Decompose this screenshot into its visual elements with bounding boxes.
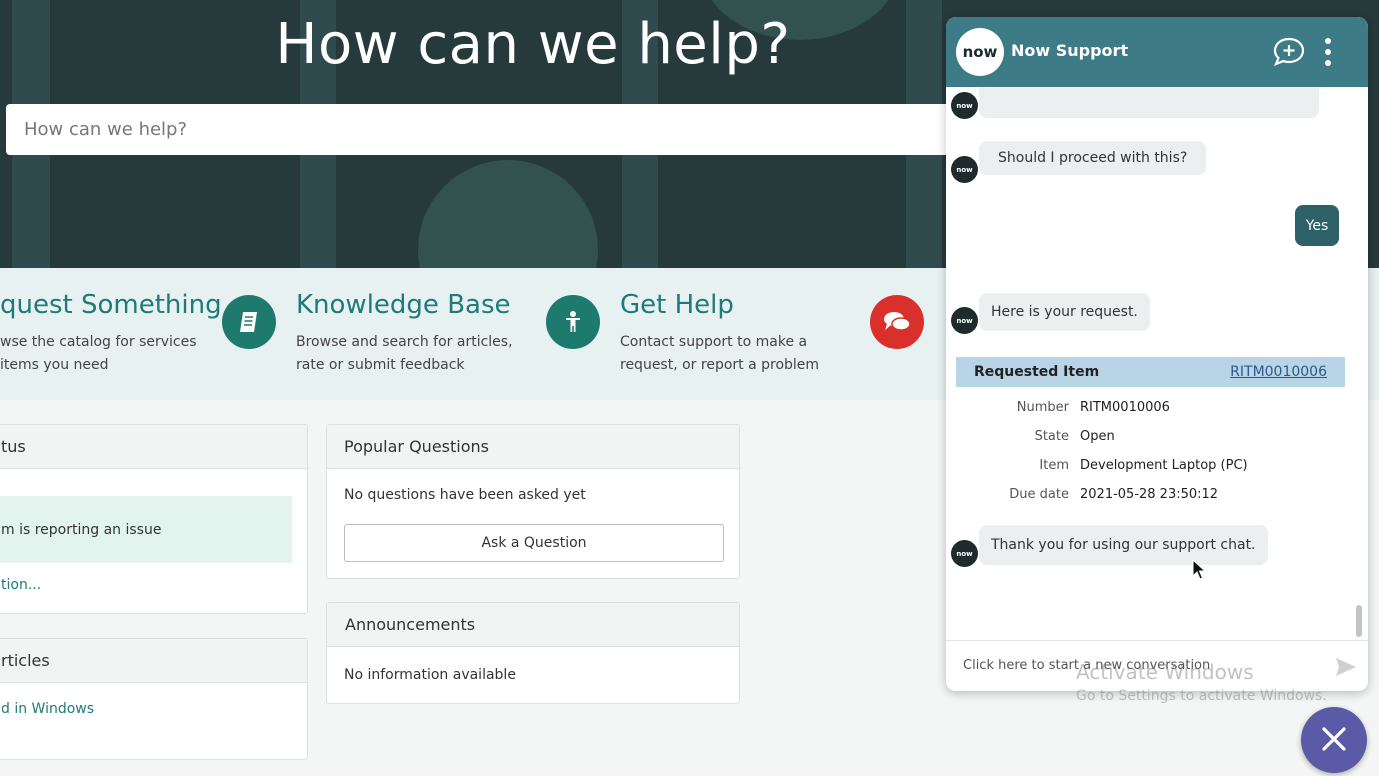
close-icon <box>1321 726 1347 755</box>
category-knowledge-title[interactable]: Knowledge Base <box>296 290 511 320</box>
category-knowledge-desc: Browse and search for articles, rate or … <box>296 331 513 377</box>
category-gethelp-desc: Contact support to make a request, or re… <box>620 331 819 377</box>
send-icon[interactable] <box>1335 657 1357 681</box>
desc-line: rate or submit feedback <box>296 357 465 373</box>
field-label: Number <box>1016 400 1069 415</box>
bot-avatar: now <box>951 307 978 334</box>
card-title: Announcements <box>327 603 739 647</box>
empty-state-text: No information available <box>344 667 516 683</box>
card-title: Popular Questions <box>327 425 739 469</box>
bot-avatar: now <box>951 92 978 119</box>
chat-bubble-bot: Thank you for using our support chat. <box>979 525 1268 565</box>
chat-panel: now Now Support now now Should I proceed… <box>946 17 1368 691</box>
more-link[interactable]: tion... <box>1 577 41 593</box>
chat-header: now Now Support <box>946 17 1368 87</box>
chat-title: Now Support <box>1011 41 1129 60</box>
desc-line: request, or report a problem <box>620 357 820 373</box>
desc-line: Contact support to make a <box>620 334 808 350</box>
field-label: Item <box>1039 458 1069 473</box>
page-title: How can we help? <box>275 12 791 77</box>
mouse-cursor-icon <box>1192 558 1207 585</box>
status-issue-row: m is reporting an issue <box>0 496 292 563</box>
bot-avatar: now <box>951 156 978 183</box>
search-input[interactable] <box>6 104 1006 155</box>
category-request-desc: wse the catalog for services items you n… <box>0 331 197 377</box>
activate-windows-watermark: Activate Windows <box>1076 660 1254 684</box>
new-chat-icon[interactable] <box>1272 36 1306 72</box>
requested-item-title: Requested Item <box>974 364 1100 380</box>
field-label: State <box>1034 429 1069 444</box>
article-link[interactable]: d in Windows <box>1 701 94 717</box>
more-options-icon[interactable] <box>1324 37 1332 71</box>
popular-questions-card: Popular Questions No questions have been… <box>326 424 740 579</box>
announcements-card: Announcements No information available <box>326 602 740 704</box>
chat-bubble-bot: Here is your request. <box>979 293 1150 331</box>
field-value: 2021-05-28 23:50:12 <box>1080 487 1219 502</box>
field-label: Due date <box>1009 487 1069 502</box>
now-logo: now <box>956 28 1004 76</box>
bot-avatar: now <box>951 540 978 567</box>
category-request-title[interactable]: quest Something <box>0 290 222 320</box>
activate-windows-subtext: Go to Settings to activate Windows. <box>1076 688 1327 704</box>
chat-transcript[interactable]: now now Should I proceed with this? Yes … <box>946 87 1368 640</box>
field-value: RITM0010006 <box>1080 400 1170 415</box>
field-value: Development Laptop (PC) <box>1080 458 1248 473</box>
desc-line: Browse and search for articles, <box>296 334 513 350</box>
articles-card: rticles d in Windows <box>0 638 308 760</box>
ask-question-button[interactable]: Ask a Question <box>344 524 724 562</box>
card-title: rticles <box>0 639 307 683</box>
hero-decor <box>418 160 598 268</box>
field-value: Open <box>1080 429 1115 444</box>
chat-bubble-bot <box>979 87 1319 118</box>
chat-scrollbar[interactable] <box>1356 605 1362 637</box>
desc-line: items you need <box>0 357 109 373</box>
requested-item-header: Requested Item RITM0010006 <box>956 357 1345 387</box>
system-status-card: tus m is reporting an issue tion... <box>0 424 308 614</box>
card-title: tus <box>0 425 307 469</box>
chat-bubble-bot: Should I proceed with this? <box>979 141 1207 175</box>
requested-item-link[interactable]: RITM0010006 <box>1230 364 1327 380</box>
chat-bubbles-icon[interactable] <box>870 295 924 349</box>
chat-bubble-user: Yes <box>1295 205 1339 246</box>
person-icon[interactable] <box>546 295 600 349</box>
close-chat-button[interactable] <box>1301 707 1367 773</box>
empty-state-text: No questions have been asked yet <box>344 487 586 503</box>
desc-line: wse the catalog for services <box>0 334 197 350</box>
category-gethelp-title[interactable]: Get Help <box>620 290 734 320</box>
book-icon[interactable] <box>222 295 276 349</box>
status-issue-text: m is reporting an issue <box>1 521 162 538</box>
